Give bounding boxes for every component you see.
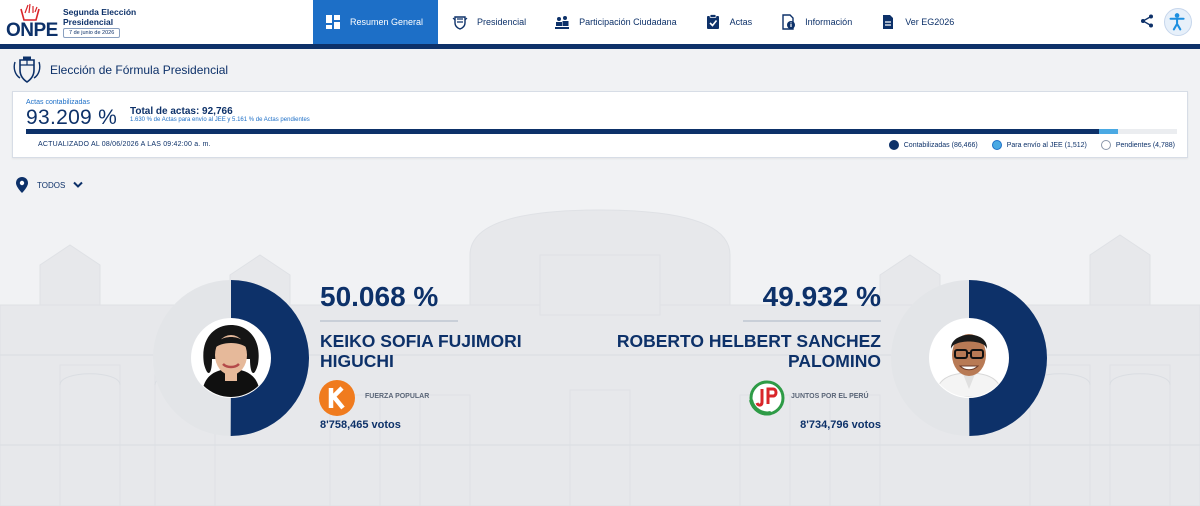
progress-legend: Contabilizadas (86,466) Para envío al JE… (888, 140, 1175, 150)
nav-presidencial[interactable]: Presidencial (438, 0, 540, 44)
top-navigation-bar: ONPE Segunda Elección Presidencial 7 de … (0, 0, 1200, 44)
legend-label: Contabilizadas (86,466) (903, 141, 978, 149)
candidate-1-name-line1: KEIKO SOFIA FUJIMORI (320, 331, 522, 351)
candidate-2-photo (930, 319, 1008, 397)
nav-resumen-general[interactable]: Resumen General (313, 0, 439, 44)
candidate-1-party: FUERZA POPULAR (365, 393, 430, 400)
actas-progress-bar (26, 129, 1177, 134)
nav-label: Participación Ciudadana (579, 17, 677, 27)
candidate-2-name-line1: ROBERTO HELBERT SANCHEZ (616, 331, 881, 351)
candidate-2-name-line2: PALOMINO (787, 351, 881, 371)
peru-shield-icon (452, 16, 468, 30)
filter-label: TODOS (37, 180, 66, 190)
nav-participacion-ciudadana[interactable]: Participación Ciudadana (540, 0, 691, 44)
nav-label: Información (805, 17, 853, 27)
candidate-1-portrait-icon (192, 319, 270, 397)
dashboard-icon (326, 15, 340, 29)
share-icon[interactable] (1140, 14, 1154, 28)
candidate-2-votes: 8'734,796 votos (800, 419, 881, 431)
candidate-1-percent: 50.068 % (320, 281, 439, 312)
ballot-box-logo-icon (20, 3, 40, 21)
updated-timestamp: ACTUALIZADO AL 08/06/2026 A LAS 09:42:00… (38, 141, 211, 148)
candidate-2-party: JUNTOS POR EL PERÚ (791, 393, 869, 400)
peru-coat-of-arms-icon (13, 56, 41, 83)
actas-progress-card: Actas contabilizadas 93.209 % Total de a… (12, 91, 1188, 158)
nav-ver-eg2026[interactable]: Ver EG2026 (866, 0, 968, 44)
main-nav: Resumen General Presidencial Participaci… (313, 0, 968, 44)
people-icon (555, 16, 570, 29)
chevron-down-icon (73, 181, 84, 188)
nav-informacion[interactable]: Información (766, 0, 866, 44)
nav-label: Actas (729, 17, 753, 27)
legend-item-pendientes: Pendientes (4,788) (1100, 140, 1175, 150)
legend-label: Para envío al JEE (1,512) (1006, 141, 1087, 149)
candidate-1-photo (192, 319, 270, 397)
actas-label: Actas contabilizadas (26, 99, 90, 106)
header-divider (0, 44, 1200, 49)
candidate-2-name: ROBERTO HELBERT SANCHEZ PALOMINO (601, 331, 881, 371)
election-title: Segunda Elección Presidencial (63, 7, 137, 27)
legend-dot (1100, 140, 1111, 150)
legend-dot (888, 140, 899, 150)
checked-document-icon (706, 14, 719, 29)
legend-item-jee: Para envío al JEE (1,512) (991, 140, 1087, 150)
progress-counted-segment (26, 129, 1099, 134)
juntos-por-el-peru-logo-icon (749, 380, 785, 416)
nav-label: Ver EG2026 (905, 17, 955, 27)
info-document-icon (782, 14, 796, 30)
legend-dot (991, 140, 1002, 150)
election-date: 7 de junio de 2026 (63, 28, 121, 38)
onpe-logo-text: ONPE (6, 20, 58, 41)
nav-label: Resumen General (350, 17, 424, 27)
legend-item-contabilizadas: Contabilizadas (86,466) (888, 140, 978, 150)
candidate-2-percent-divider (743, 320, 881, 322)
legend-label: Pendientes (4,788) (1115, 141, 1175, 149)
page-title: Elección de Fórmula Presidencial (50, 63, 229, 77)
actas-note: 1.630 % de Actas para envío al JEE y 5.1… (130, 117, 310, 123)
candidate-1-votes: 8'758,465 votos (320, 419, 401, 431)
accessibility-button[interactable] (1164, 8, 1192, 36)
nav-actas[interactable]: Actas (691, 0, 767, 44)
location-filter[interactable]: TODOS (15, 176, 84, 194)
candidate-1-name: KEIKO SOFIA FUJIMORI HIGUCHI (320, 331, 580, 371)
nav-label: Presidencial (477, 17, 527, 27)
candidate-1-name-line2: HIGUCHI (320, 351, 394, 371)
candidate-2-portrait-icon (930, 319, 1008, 397)
candidate-1-percent-divider (320, 320, 458, 322)
total-actas: Total de actas: 92,766 (130, 106, 233, 117)
page-title-row: Elección de Fórmula Presidencial (12, 56, 228, 84)
location-pin-icon (16, 177, 28, 193)
onpe-brand[interactable]: ONPE Segunda Elección Presidencial 7 de … (6, 3, 136, 41)
progress-jee-segment (1098, 129, 1118, 134)
actas-percent: 93.209 % (26, 106, 118, 129)
candidate-2-percent: 49.932 % (762, 281, 881, 312)
accessibility-icon (1169, 13, 1185, 31)
document-icon (883, 15, 894, 29)
fuerza-popular-logo-icon (319, 380, 355, 416)
